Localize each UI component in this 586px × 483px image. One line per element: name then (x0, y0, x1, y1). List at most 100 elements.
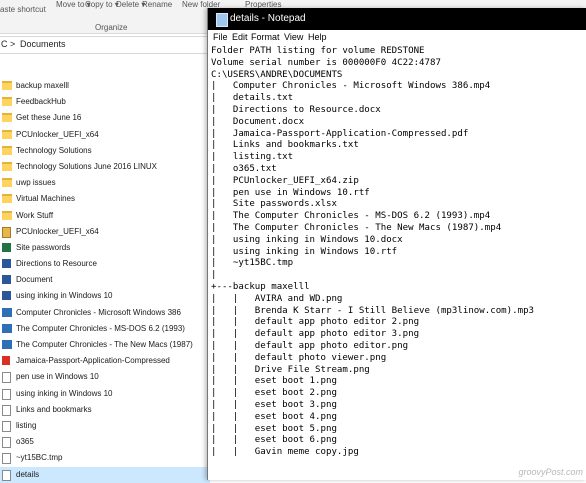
file-list-item[interactable]: Jamaica-Passport-Application-Compressed (0, 353, 210, 369)
address-bar[interactable]: C > Documents (0, 36, 211, 54)
file-name: Technology Solutions June 2016 LINUX (16, 161, 157, 171)
file-name: details (16, 469, 40, 479)
file-name: Directions to Resource (16, 259, 97, 269)
file-list-item[interactable]: Virtual Machines (0, 191, 210, 207)
video-icon (2, 307, 12, 317)
file-name: o365 (16, 437, 34, 447)
file-name: uwp issues (16, 178, 56, 188)
file-name: Computer Chronicles - Microsoft Windows … (16, 307, 181, 317)
folder-icon (2, 97, 12, 107)
folder-icon (2, 194, 12, 204)
file-list-item[interactable]: PCUnlocker_UEFI_x64 (0, 127, 210, 143)
text-line: C:\USERS\ANDRE\DOCUMENTS (211, 69, 343, 80)
address-separator: > (10, 39, 16, 49)
text-line: | | eset boot 6.png (211, 435, 337, 446)
file-name: ~yt15BC.tmp (16, 453, 63, 463)
file-list-item[interactable]: PCUnlocker_UEFI_x64 (0, 224, 210, 240)
file-name: listing (16, 420, 37, 430)
file-list-item[interactable]: uwp issues (0, 175, 210, 191)
address-folder[interactable]: Documents (20, 39, 66, 49)
file-list-item[interactable]: Document (0, 272, 210, 288)
file-name: Document (16, 275, 53, 285)
menu-edit[interactable]: Edit (232, 32, 248, 42)
text-line: | | eset boot 5.png (211, 423, 337, 434)
file-name: backup maxelll (16, 81, 69, 90)
menu-file[interactable]: File (213, 32, 228, 42)
doc-icon (2, 404, 11, 416)
file-list-item[interactable]: Technology Solutions June 2016 LINUX (0, 159, 210, 175)
folder-icon (2, 161, 12, 171)
text-line: | Site passwords.xlsx (211, 199, 337, 210)
file-name: Work Stuff (16, 210, 54, 220)
word-icon (2, 275, 11, 285)
text-line: | | eset boot 1.png (211, 376, 337, 387)
text-line: | Jamaica-Passport-Application-Compresse… (211, 128, 469, 139)
title-bar[interactable]: details - Notepad (208, 8, 586, 30)
text-line: | Links and bookmarks.txt (211, 140, 359, 151)
text-line: +---backup maxelll (211, 281, 310, 292)
file-name: Technology Solutions (16, 145, 92, 155)
file-name: Get these June 16 (16, 113, 82, 123)
text-line: | | default app photo editor 2.png (211, 317, 420, 328)
file-name: FeedbackHub (16, 97, 66, 107)
text-line: | | eset boot 2.png (211, 388, 337, 399)
file-list-item[interactable]: Get these June 16 (0, 110, 210, 126)
text-line: | ~yt15BC.tmp (211, 258, 294, 269)
text-line: | Computer Chronicles - Microsoft Window… (211, 81, 491, 92)
menu-format[interactable]: Format (251, 32, 280, 42)
text-area[interactable]: Folder PATH listing for volume REDSTONE V… (211, 46, 586, 480)
word-icon (2, 291, 11, 301)
folder-icon (2, 81, 12, 90)
file-list-item[interactable]: Links and bookmarks (0, 402, 210, 418)
notepad-window: details - Notepad File Edit Format View … (207, 8, 586, 480)
word-icon (2, 259, 11, 269)
file-list-item[interactable]: ~yt15BC.tmp (0, 450, 210, 466)
text-line: | Directions to Resource.docx (211, 104, 381, 115)
doc-icon (2, 453, 11, 465)
file-list-item[interactable]: backup maxelll (0, 78, 210, 94)
file-list-item[interactable]: Computer Chronicles - Microsoft Windows … (0, 305, 210, 321)
menu-bar: File Edit Format View Help (208, 30, 586, 45)
text-line: Volume serial number is 000000F0 4C22:47… (211, 57, 441, 68)
file-list-item[interactable]: Site passwords (0, 240, 210, 256)
file-list-item[interactable]: listing (0, 418, 210, 434)
text-line: | | default app photo editor 3.png (211, 329, 420, 340)
file-list: backup maxelll FeedbackHub Get these June … (0, 78, 210, 483)
menu-view[interactable]: View (284, 32, 303, 42)
file-list-item[interactable]: using inking in Windows 10 (0, 386, 210, 402)
video-icon (2, 340, 12, 349)
file-list-item[interactable]: The Computer Chronicles - MS-DOS 6.2 (19… (0, 321, 210, 337)
notepad-icon (216, 13, 228, 27)
text-line: | | Drive File Stream.png (211, 364, 370, 375)
file-list-item[interactable]: o365 (0, 434, 210, 450)
file-list-item[interactable]: details (0, 466, 210, 483)
delete-button[interactable]: Delete ▾ (116, 0, 145, 9)
address-drive: C (1, 39, 8, 49)
rename-button[interactable]: Rename (142, 0, 172, 9)
file-list-item[interactable]: pen use in Windows 10 (0, 369, 210, 385)
file-list-item[interactable]: Technology Solutions (0, 143, 210, 159)
file-name: PCUnlocker_UEFI_x64 (16, 226, 99, 236)
paste-shortcut-button[interactable]: aste shortcut (0, 5, 46, 14)
window-title: details - Notepad (230, 13, 306, 24)
text-line: | The Computer Chronicles - MS-DOS 6.2 (… (211, 211, 491, 222)
folder-icon (2, 178, 12, 188)
file-name: PCUnlocker_UEFI_x64 (16, 129, 99, 139)
file-list-item[interactable]: Directions to Resource (0, 256, 210, 272)
folder-icon (2, 113, 12, 123)
text-line: | | default app photo editor.png (211, 340, 409, 351)
menu-help[interactable]: Help (308, 32, 327, 42)
file-list-item[interactable]: Work Stuff (0, 208, 210, 224)
doc-icon (2, 437, 11, 449)
text-line: | (211, 270, 217, 281)
file-list-item[interactable]: FeedbackHub (0, 94, 210, 110)
file-list-item[interactable]: The Computer Chronicles - The New Macs (… (0, 337, 210, 353)
file-list-item[interactable]: using inking in Windows 10 (0, 288, 210, 304)
copy-to-button[interactable]: Copy to ▾ (85, 0, 119, 9)
pdf-icon (2, 356, 10, 366)
text-line: | | Brenda K Starr - I Still Believe (mp… (211, 305, 535, 316)
doc-icon (2, 372, 11, 384)
text-line: | | eset boot 4.png (211, 411, 337, 422)
text-line: | PCUnlocker_UEFI_x64.zip (211, 175, 359, 186)
doc-icon (2, 420, 11, 432)
